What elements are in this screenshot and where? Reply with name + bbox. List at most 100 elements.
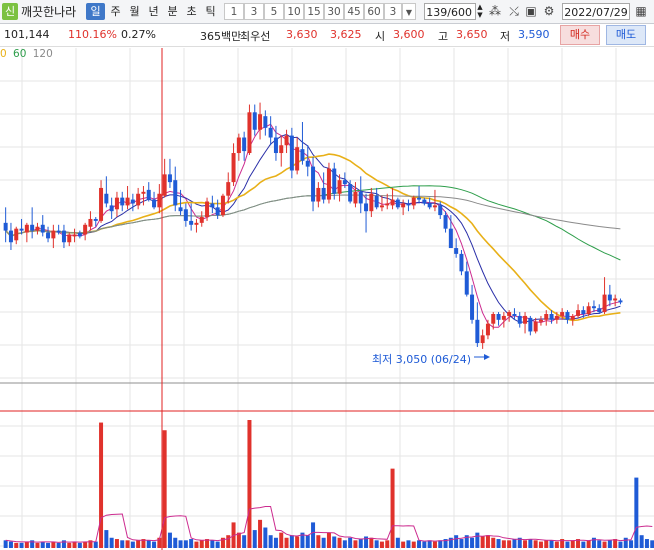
stock-logo-icon[interactable]: 신 bbox=[2, 3, 18, 20]
volume-bar bbox=[77, 542, 82, 548]
data-count-input[interactable]: 139/600 bbox=[424, 3, 476, 20]
minute-option-45[interactable]: 45 bbox=[344, 3, 364, 20]
volume-bar bbox=[162, 430, 167, 548]
calendar-icon[interactable]: ▦ bbox=[632, 3, 650, 20]
save-icon[interactable]: ▣ bbox=[523, 3, 539, 20]
volume-bar bbox=[427, 540, 432, 548]
candle-body bbox=[205, 201, 210, 218]
volume-bar bbox=[146, 540, 151, 548]
minute-option-60[interactable]: 60 bbox=[364, 3, 384, 20]
candle-body bbox=[247, 112, 252, 154]
candle-body bbox=[210, 203, 215, 208]
best-price-label: 최우선 bbox=[240, 30, 271, 43]
high-label: 고 bbox=[438, 30, 449, 43]
volume-bar bbox=[311, 522, 316, 548]
stock-name[interactable]: 깨끗한나라 bbox=[21, 4, 76, 21]
volume-bar bbox=[512, 539, 517, 548]
volume-bar bbox=[650, 540, 654, 548]
candle-body bbox=[46, 232, 51, 239]
count-spin-icon[interactable]: ▲ ▼ bbox=[476, 3, 484, 20]
candle-body bbox=[183, 209, 188, 221]
period-tab-tick[interactable]: 틱 bbox=[201, 3, 220, 20]
candle-body bbox=[464, 271, 469, 295]
minute-option-1[interactable]: 1 bbox=[224, 3, 244, 20]
sell-button[interactable]: 매도 bbox=[606, 25, 646, 45]
volume-bar bbox=[549, 540, 554, 548]
volume-ratio: 110.16% bbox=[68, 28, 117, 41]
candle-body bbox=[215, 207, 220, 216]
candle-body bbox=[236, 137, 241, 154]
minute-option-5[interactable]: 5 bbox=[264, 3, 284, 20]
period-tab-second[interactable]: 초 bbox=[182, 3, 201, 20]
candle-body bbox=[173, 180, 178, 206]
volume-bar bbox=[507, 540, 512, 548]
gear-icon[interactable]: ⚙ bbox=[541, 3, 557, 20]
volume-value: 101,144 bbox=[4, 28, 50, 41]
minute-dropdown-icon[interactable]: ▼ bbox=[402, 3, 416, 20]
minute-select-value[interactable]: 3 bbox=[384, 3, 402, 20]
volume-bar bbox=[554, 541, 559, 548]
volume-bar bbox=[258, 519, 263, 548]
minute-option-3[interactable]: 3 bbox=[244, 3, 264, 20]
volume-bar bbox=[194, 541, 199, 548]
volume-bar bbox=[120, 540, 125, 548]
volume-bar bbox=[570, 540, 575, 548]
candle-body bbox=[459, 253, 464, 272]
volume-bar bbox=[538, 541, 543, 548]
volume-bar bbox=[40, 541, 45, 548]
period-tab-week[interactable]: 주 bbox=[106, 3, 125, 20]
volume-bar bbox=[607, 540, 612, 548]
candle-body bbox=[586, 306, 591, 314]
candle-body bbox=[99, 187, 104, 221]
volume-bar bbox=[210, 540, 215, 548]
candle-body bbox=[194, 222, 199, 225]
candle-body bbox=[348, 184, 353, 202]
volume-bar bbox=[395, 537, 400, 548]
chart-settings-icon[interactable]: ⁂ bbox=[486, 3, 504, 20]
candle-body bbox=[157, 193, 162, 208]
candle-body bbox=[512, 314, 517, 316]
volume-bar bbox=[152, 541, 157, 548]
volume-bar bbox=[35, 542, 40, 548]
volume-bar bbox=[3, 540, 8, 548]
volume-bar bbox=[173, 537, 178, 548]
buy-button[interactable]: 매수 bbox=[560, 25, 600, 45]
minute-option-10[interactable]: 10 bbox=[284, 3, 304, 20]
volume-bar bbox=[305, 535, 310, 548]
period-tab-month[interactable]: 월 bbox=[125, 3, 144, 20]
volume-bar bbox=[19, 542, 24, 548]
candle-body bbox=[438, 205, 443, 216]
candle-body bbox=[607, 294, 612, 301]
candle-body bbox=[501, 315, 506, 320]
volume-bar bbox=[485, 535, 490, 548]
price-chart[interactable] bbox=[0, 48, 654, 550]
period-tab-minute[interactable]: 분 bbox=[163, 3, 182, 20]
candle-body bbox=[581, 310, 586, 314]
volume-bar bbox=[226, 535, 231, 548]
volume-bar bbox=[496, 539, 501, 548]
candle-body bbox=[390, 199, 395, 206]
candle-body bbox=[602, 294, 607, 313]
candle-body bbox=[374, 195, 379, 208]
lowest-price-annotation: 최저 3,050 (06/24) bbox=[372, 353, 472, 366]
period-tab-day[interactable]: 일 bbox=[86, 3, 105, 20]
volume-bar bbox=[263, 527, 268, 548]
volume-bar bbox=[337, 537, 342, 548]
minute-option-15[interactable]: 15 bbox=[304, 3, 324, 20]
quote-bar: 101,144 110.16% 0.27% 365백만 최우선 3,630 3,… bbox=[0, 24, 654, 47]
candle-body bbox=[533, 321, 538, 332]
candle-body bbox=[411, 197, 416, 206]
period-tab-year[interactable]: 년 bbox=[144, 3, 163, 20]
volume-bar bbox=[268, 535, 273, 548]
minute-option-30[interactable]: 30 bbox=[324, 3, 344, 20]
candle-body bbox=[443, 215, 448, 229]
candle-body bbox=[475, 319, 480, 344]
volume-bar bbox=[411, 541, 416, 548]
draw-tool-icon[interactable]: ⤯ bbox=[505, 3, 523, 20]
candle-body bbox=[432, 205, 437, 208]
candle-body bbox=[554, 315, 559, 320]
candle-body bbox=[422, 199, 427, 204]
change-rate: 0.27% bbox=[121, 28, 156, 41]
date-input[interactable]: 2022/07/29 bbox=[562, 3, 630, 20]
volume-bar bbox=[295, 536, 300, 548]
